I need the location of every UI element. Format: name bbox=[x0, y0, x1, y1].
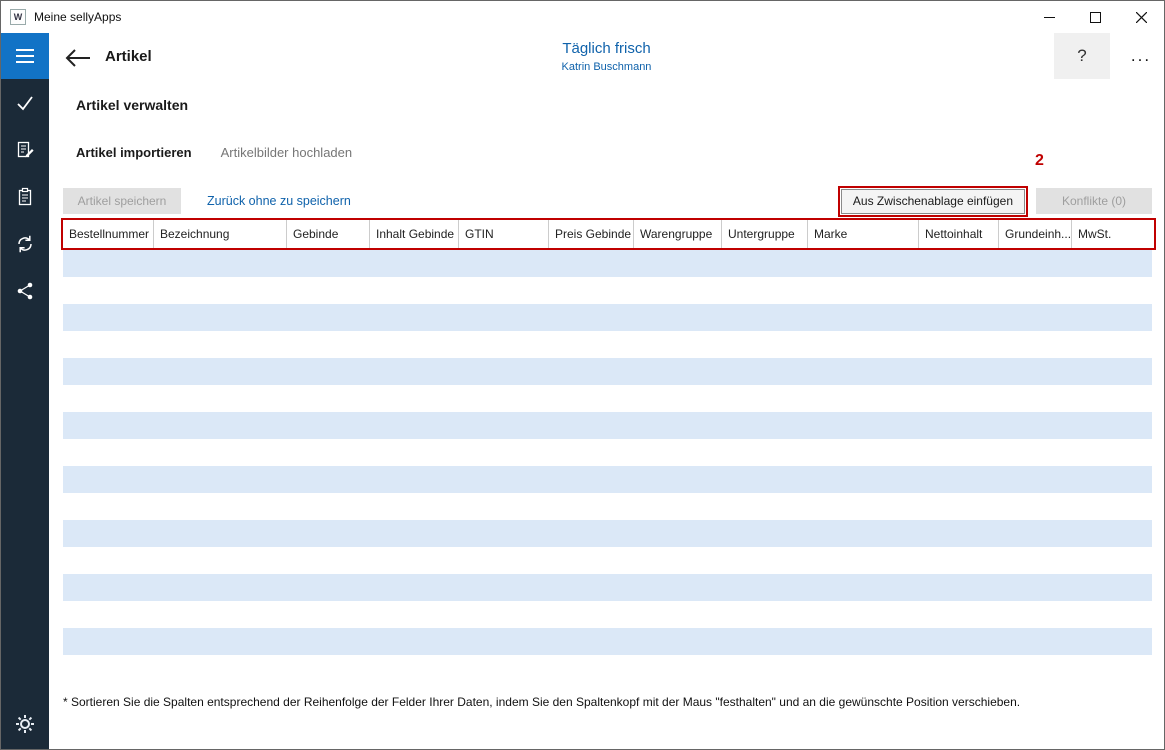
column-header[interactable]: GTIN bbox=[459, 220, 549, 248]
column-header[interactable]: Grundeinh... bbox=[999, 220, 1072, 248]
column-header[interactable]: Nettoinhalt bbox=[919, 220, 999, 248]
table-row bbox=[63, 331, 1152, 358]
sidebar bbox=[1, 33, 49, 750]
column-header[interactable]: Untergruppe bbox=[722, 220, 808, 248]
back-without-saving-link[interactable]: Zurück ohne zu speichern bbox=[207, 194, 351, 208]
account-header: Täglich frisch Katrin Buschmann bbox=[49, 40, 1164, 73]
column-header[interactable]: Bezeichnung bbox=[154, 220, 287, 248]
save-articles-button[interactable]: Artikel speichern bbox=[63, 188, 181, 214]
ellipsis-icon: ... bbox=[1131, 46, 1151, 66]
close-button[interactable] bbox=[1118, 1, 1164, 33]
sidebar-item-orders[interactable] bbox=[1, 126, 49, 173]
close-icon bbox=[1136, 12, 1147, 23]
titlebar: W Meine sellyApps bbox=[1, 1, 1164, 33]
sidebar-item-share[interactable] bbox=[1, 267, 49, 314]
app-icon: W bbox=[10, 9, 26, 25]
user-name: Katrin Buschmann bbox=[49, 61, 1164, 73]
maximize-icon bbox=[1090, 12, 1101, 23]
column-header[interactable]: Bestellnummer bbox=[63, 220, 154, 248]
table-row bbox=[63, 628, 1152, 655]
column-header[interactable]: Inhalt Gebinde bbox=[370, 220, 459, 248]
more-button[interactable]: ... bbox=[1119, 39, 1163, 73]
sidebar-item-articles[interactable] bbox=[1, 173, 49, 220]
minimize-icon bbox=[1044, 12, 1055, 23]
table-header-row: BestellnummerBezeichnungGebindeInhalt Ge… bbox=[61, 218, 1156, 250]
tab-bar: Artikel importieren Artikelbilder hochla… bbox=[76, 145, 352, 160]
titlebar-left: W Meine sellyApps bbox=[1, 9, 121, 25]
table-row bbox=[63, 412, 1152, 439]
share-icon bbox=[15, 281, 35, 301]
sidebar-item-settings[interactable] bbox=[1, 701, 49, 747]
table-row bbox=[63, 385, 1152, 412]
column-header[interactable]: Gebinde bbox=[287, 220, 370, 248]
table-row bbox=[63, 439, 1152, 466]
table-row bbox=[63, 466, 1152, 493]
table-row bbox=[63, 601, 1152, 628]
table-row bbox=[63, 655, 1152, 682]
sidebar-item-confirm[interactable] bbox=[1, 79, 49, 126]
window-title: Meine sellyApps bbox=[34, 10, 121, 24]
sort-hint-note: * Sortieren Sie die Spalten entsprechend… bbox=[63, 695, 1020, 709]
company-name[interactable]: Täglich frisch bbox=[49, 40, 1164, 57]
minimize-button[interactable] bbox=[1026, 1, 1072, 33]
column-header[interactable]: Preis Gebinde bbox=[549, 220, 634, 248]
maximize-button[interactable] bbox=[1072, 1, 1118, 33]
sidebar-item-sync[interactable] bbox=[1, 220, 49, 267]
column-header[interactable]: MwSt. bbox=[1072, 220, 1154, 248]
column-header[interactable]: Marke bbox=[808, 220, 919, 248]
table-row bbox=[63, 493, 1152, 520]
tab-artikelbilder-hochladen[interactable]: Artikelbilder hochladen bbox=[221, 145, 353, 160]
table-row bbox=[63, 250, 1152, 277]
app-window: W Meine sellyApps bbox=[0, 0, 1165, 750]
toolbar: Artikel speichern Zurück ohne zu speiche… bbox=[63, 186, 1152, 216]
sync-icon bbox=[15, 234, 35, 254]
table-body bbox=[63, 250, 1152, 682]
table-row bbox=[63, 547, 1152, 574]
table-row bbox=[63, 277, 1152, 304]
section-title: Artikel verwalten bbox=[76, 97, 188, 113]
table-row bbox=[63, 358, 1152, 385]
table-row bbox=[63, 574, 1152, 601]
hamburger-icon bbox=[16, 49, 34, 51]
table-row bbox=[63, 304, 1152, 331]
annotation-marker-2: 2 bbox=[1035, 152, 1044, 170]
gear-icon bbox=[14, 713, 36, 735]
sidebar-spacer bbox=[1, 314, 49, 701]
edit-document-icon bbox=[15, 140, 35, 160]
table-row bbox=[63, 520, 1152, 547]
conflicts-button[interactable]: Konflikte (0) bbox=[1036, 188, 1152, 214]
check-icon bbox=[15, 93, 35, 113]
window-controls bbox=[1026, 1, 1164, 33]
column-header[interactable]: Warengruppe bbox=[634, 220, 722, 248]
help-icon: ? bbox=[1077, 46, 1086, 66]
paste-from-clipboard-button[interactable]: Aus Zwischenablage einfügen bbox=[841, 189, 1025, 214]
paste-annotation-box: Aus Zwischenablage einfügen bbox=[838, 186, 1028, 217]
clipboard-icon bbox=[15, 187, 35, 207]
tab-artikel-importieren[interactable]: Artikel importieren bbox=[76, 145, 192, 160]
main-content: Artikel Täglich frisch Katrin Buschmann … bbox=[49, 33, 1164, 750]
hamburger-menu-button[interactable] bbox=[1, 33, 49, 79]
help-button[interactable]: ? bbox=[1054, 33, 1110, 79]
